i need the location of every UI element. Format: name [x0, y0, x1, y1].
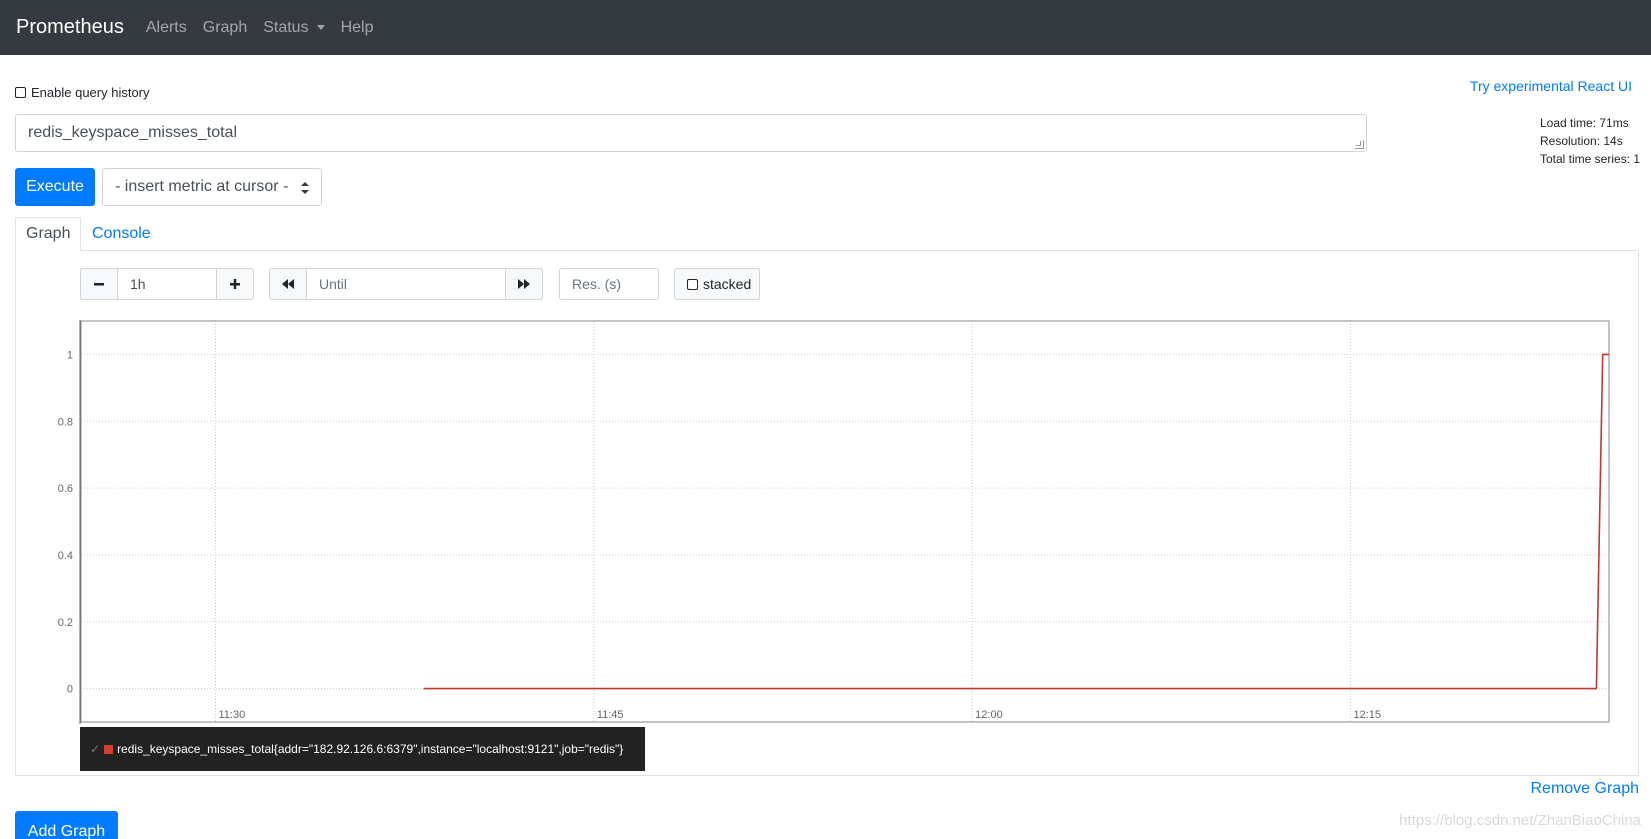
- nav-status-label: Status: [263, 18, 309, 36]
- expression-value: redis_keyspace_misses_total: [28, 124, 237, 141]
- range-decrease-button[interactable]: [80, 268, 118, 300]
- caret-down-icon: [316, 25, 325, 30]
- query-history-toggle[interactable]: Enable query history: [15, 85, 150, 100]
- backward-icon: [282, 279, 294, 289]
- range-increase-button[interactable]: [216, 268, 254, 300]
- resolution-input[interactable]: Res. (s): [559, 268, 659, 300]
- range-value: 1h: [130, 276, 146, 292]
- range-input[interactable]: 1h: [117, 268, 217, 300]
- add-graph-button[interactable]: Add Graph: [15, 811, 118, 839]
- total-series: Total time series: 1: [1540, 152, 1641, 166]
- until-input[interactable]: Until: [306, 268, 506, 300]
- select-arrows-icon: [301, 182, 309, 194]
- graph-panel: [15, 250, 1639, 776]
- nav-help[interactable]: Help: [341, 19, 374, 37]
- load-time: Load time: 71ms: [1540, 116, 1629, 130]
- chart-legend[interactable]: ✓ redis_keyspace_misses_total{addr="182.…: [80, 727, 645, 771]
- query-history-label: Enable query history: [31, 85, 150, 100]
- stacked-toggle-button[interactable]: stacked: [674, 268, 760, 300]
- expression-input[interactable]: redis_keyspace_misses_total: [15, 114, 1367, 152]
- until-placeholder: Until: [319, 276, 348, 292]
- navbar: Prometheus Alerts Graph Status Help: [0, 0, 1651, 55]
- time-forward-button[interactable]: [505, 268, 543, 300]
- time-back-button[interactable]: [269, 268, 307, 300]
- tab-console[interactable]: Console: [82, 217, 161, 251]
- insert-metric-select[interactable]: - insert metric at cursor -: [102, 168, 322, 206]
- nav-alerts[interactable]: Alerts: [146, 19, 187, 37]
- insert-metric-label: - insert metric at cursor -: [115, 178, 289, 195]
- legend-check-icon: ✓: [90, 742, 101, 756]
- nav-graph[interactable]: Graph: [203, 19, 247, 37]
- remove-graph-link[interactable]: Remove Graph: [1531, 780, 1640, 798]
- resolution: Resolution: 14s: [1540, 134, 1623, 148]
- query-stats: Load time: 71ms Resolution: 14s Total ti…: [1540, 114, 1640, 168]
- forward-icon: [518, 279, 530, 289]
- stacked-label: stacked: [703, 276, 752, 292]
- legend-series-name: redis_keyspace_misses_total{addr="182.92…: [117, 742, 624, 756]
- resize-grip-icon[interactable]: [1355, 140, 1364, 149]
- tab-graph[interactable]: Graph: [15, 217, 82, 251]
- brand-link[interactable]: Prometheus: [16, 16, 124, 39]
- stacked-checkbox[interactable]: [687, 278, 698, 290]
- legend-swatch: [104, 744, 114, 754]
- watermark-text: https://blog.csdn.net/ZhanBiaoChina: [1399, 812, 1641, 829]
- resolution-placeholder: Res. (s): [572, 276, 621, 292]
- plus-icon: [230, 279, 240, 289]
- query-history-checkbox[interactable]: [15, 87, 26, 98]
- react-ui-link[interactable]: Try experimental React UI: [1470, 78, 1632, 94]
- minus-icon: [94, 283, 104, 286]
- nav-status-dropdown[interactable]: Status: [263, 18, 325, 37]
- execute-button[interactable]: Execute: [15, 168, 95, 206]
